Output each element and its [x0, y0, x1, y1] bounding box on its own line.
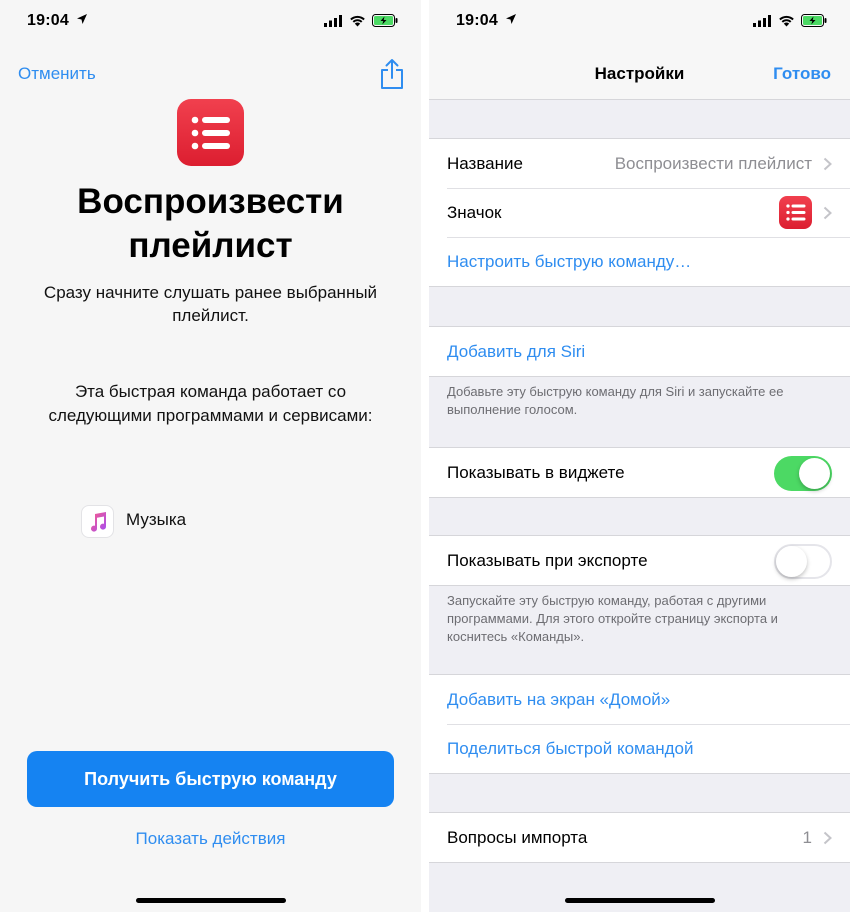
status-time: 19:04	[27, 12, 69, 29]
battery-charging-icon	[801, 14, 827, 27]
status-time: 19:04	[456, 12, 498, 29]
share-shortcut-button[interactable]: Поделиться быстрой командой	[429, 724, 850, 773]
get-shortcut-button[interactable]: Получить быструю команду	[27, 751, 394, 807]
name-row[interactable]: Название Воспроизвести плейлист	[429, 139, 850, 188]
shortcut-detail-screen: 19:04 Отменить Воспроизвести плейлист Ср…	[0, 0, 421, 912]
import-questions-row[interactable]: Вопросы импорта 1	[429, 813, 850, 862]
location-arrow-icon	[77, 14, 87, 24]
wifi-icon	[779, 15, 794, 27]
import-count: 1	[802, 827, 812, 847]
add-to-siri-button[interactable]: Добавить для Siri	[429, 327, 850, 376]
export-row: Показывать при экспорте	[429, 536, 850, 585]
widget-group: Показывать в виджете	[429, 447, 850, 498]
shortcut-title: Воспроизвести плейлист	[77, 182, 344, 265]
actions-group: Добавить на экран «Домой» Поделиться быс…	[429, 674, 850, 774]
cellular-signal-icon	[753, 15, 771, 27]
shortcut-description: Сразу начните слушать ранее выбранный пл…	[43, 283, 378, 325]
done-button[interactable]: Готово	[773, 64, 831, 84]
add-to-home-screen-button[interactable]: Добавить на экран «Домой»	[429, 675, 850, 724]
export-label: Показывать при экспорте	[447, 550, 648, 570]
siri-group: Добавить для Siri	[429, 326, 850, 377]
shortcut-list-icon	[177, 99, 244, 166]
location-arrow-icon	[506, 14, 516, 24]
battery-charging-icon	[372, 14, 398, 27]
name-label: Название	[447, 153, 523, 173]
import-group: Вопросы импорта 1	[429, 812, 850, 863]
settings-screen: 19:04 Настройки Готово Название Воспроиз…	[429, 0, 850, 912]
chevron-right-icon	[823, 157, 832, 171]
home-indicator[interactable]	[135, 898, 286, 903]
siri-footer-text: Добавьте эту быструю команду для Siri и …	[447, 384, 784, 417]
name-value: Воспроизвести плейлист	[614, 153, 812, 173]
music-note-icon	[81, 505, 114, 538]
share-icon[interactable]	[380, 58, 404, 90]
export-toggle[interactable]	[774, 544, 832, 579]
widget-row: Показывать в виджете	[429, 448, 850, 497]
widget-label: Показывать в виджете	[447, 462, 625, 482]
home-indicator[interactable]	[564, 898, 715, 903]
widget-toggle[interactable]	[774, 456, 832, 491]
cancel-button[interactable]: Отменить	[18, 64, 96, 84]
export-footer-text: Запускайте эту быструю команду, работая …	[447, 593, 778, 644]
shortcut-settings-group: Название Воспроизвести плейлист Значок Н…	[429, 138, 850, 287]
screen-divider	[421, 0, 429, 912]
icon-row[interactable]: Значок	[429, 188, 850, 237]
cellular-signal-icon	[324, 15, 342, 27]
chevron-right-icon	[823, 831, 832, 845]
icon-label: Значок	[447, 202, 502, 222]
toggle-knob	[776, 546, 807, 577]
wifi-icon	[350, 15, 365, 27]
status-bar: 19:04	[0, 0, 421, 44]
show-actions-link[interactable]: Показать действия	[0, 829, 421, 849]
export-group: Показывать при экспорте	[429, 535, 850, 586]
app-item-label: Музыка	[126, 510, 187, 529]
icon-preview	[779, 188, 812, 237]
toggle-knob	[799, 458, 830, 489]
configure-shortcut-link[interactable]: Настроить быструю команду…	[429, 237, 850, 286]
navigation-bar: Настройки Готово	[429, 44, 850, 100]
chevron-right-icon	[823, 206, 832, 220]
works-with-text: Эта быстрая команда работает со следующи…	[48, 382, 373, 425]
status-bar: 19:04	[429, 0, 850, 44]
import-label: Вопросы импорта	[447, 827, 588, 847]
shortcut-list-icon	[779, 196, 812, 229]
